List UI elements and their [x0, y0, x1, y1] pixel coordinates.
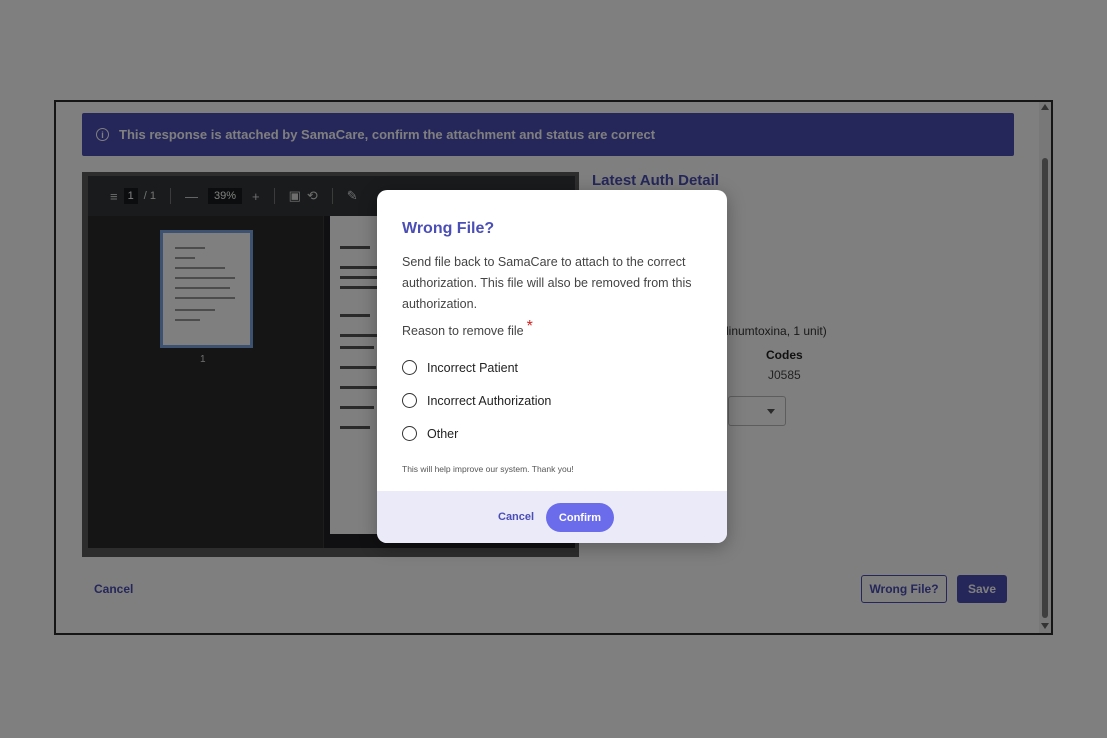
radio-other[interactable]: Other	[402, 426, 458, 441]
radio-button[interactable]	[402, 393, 417, 408]
dialog-footer: Cancel Confirm	[377, 491, 727, 543]
reason-label: Reason to remove file *	[402, 318, 533, 340]
radio-incorrect-patient[interactable]: Incorrect Patient	[402, 360, 518, 375]
radio-label[interactable]: Other	[427, 427, 458, 441]
dialog-cancel-button[interactable]: Cancel	[498, 511, 534, 523]
dialog-title: Wrong File?	[402, 220, 495, 237]
reason-label-text: Reason to remove file	[402, 324, 524, 338]
radio-button[interactable]	[402, 360, 417, 375]
wrong-file-dialog: Wrong File? Send file back to SamaCare t…	[377, 190, 727, 543]
dialog-note: This will help improve our system. Thank…	[402, 464, 574, 474]
required-mark: *	[526, 318, 533, 335]
radio-incorrect-authorization[interactable]: Incorrect Authorization	[402, 393, 551, 408]
radio-label[interactable]: Incorrect Authorization	[427, 394, 551, 408]
radio-label[interactable]: Incorrect Patient	[427, 361, 518, 375]
dialog-confirm-button[interactable]: Confirm	[546, 503, 614, 532]
radio-button[interactable]	[402, 426, 417, 441]
dialog-description: Send file back to SamaCare to attach to …	[402, 255, 692, 311]
